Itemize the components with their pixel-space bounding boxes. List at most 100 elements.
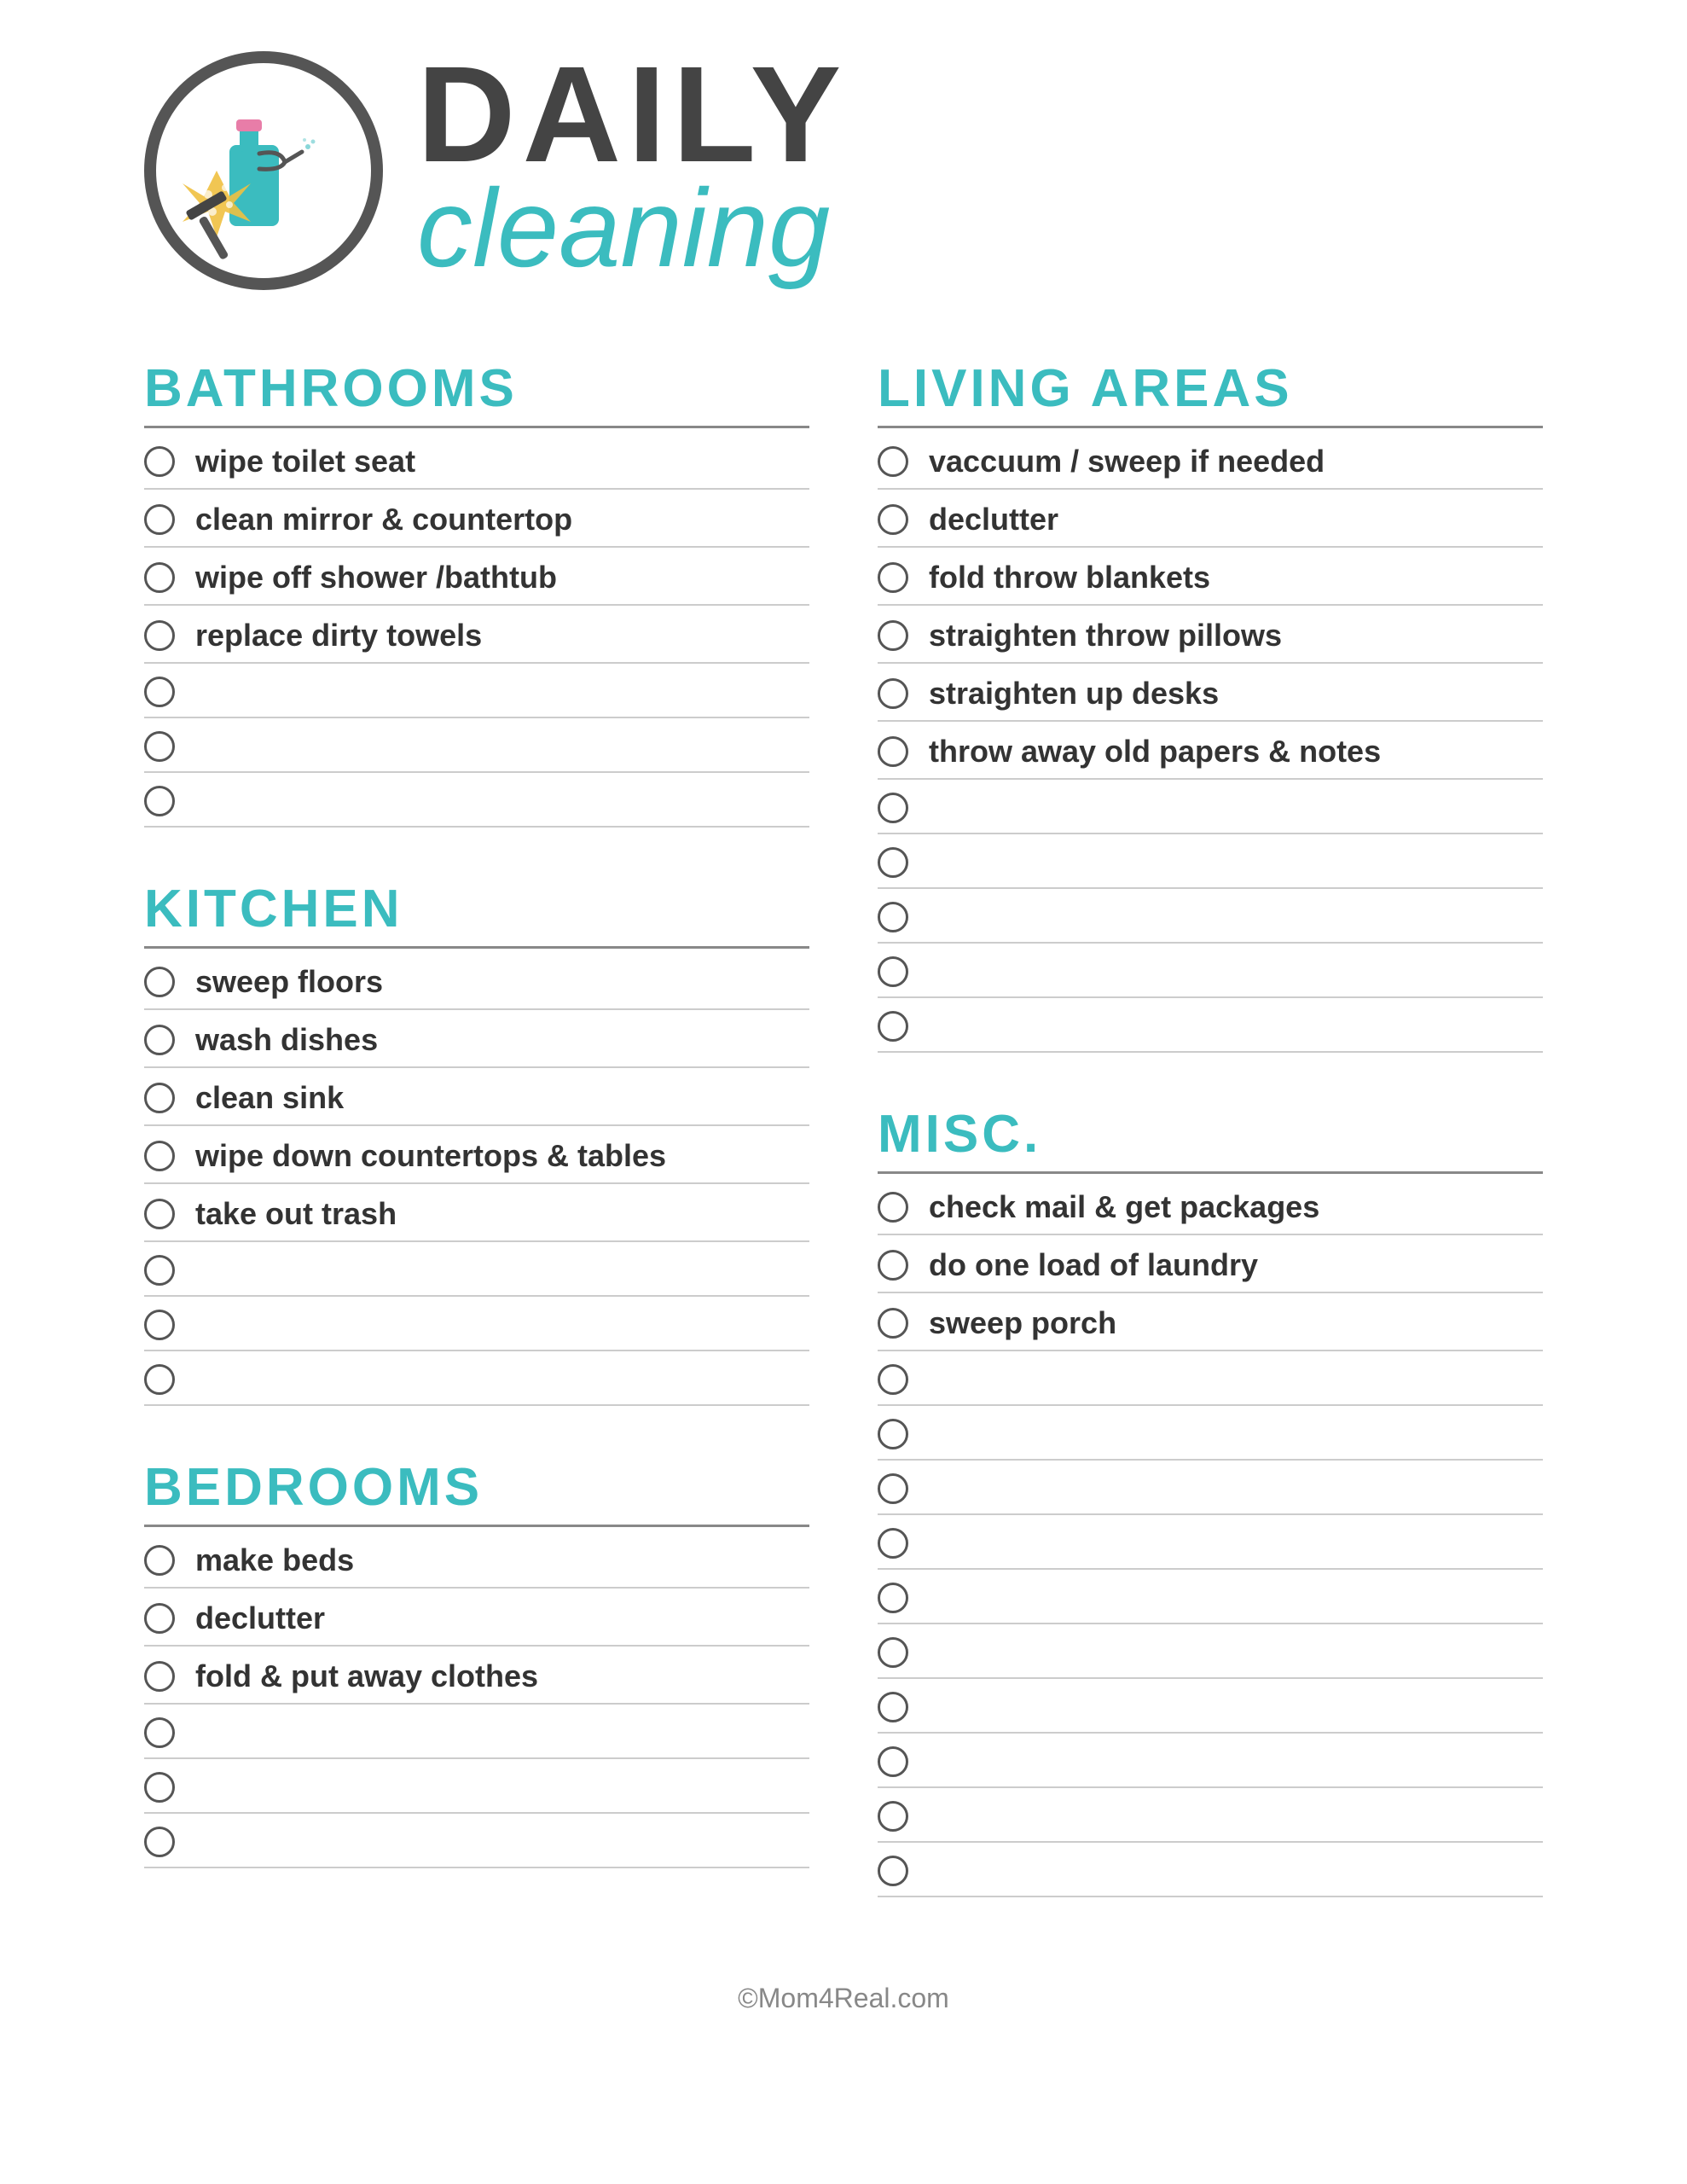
checklist-item[interactable] bbox=[878, 1351, 1543, 1406]
title-daily: DAILY bbox=[417, 53, 848, 176]
item-text: clean mirror & countertop bbox=[195, 502, 572, 537]
checkbox-circle[interactable] bbox=[878, 902, 908, 932]
checkbox-circle[interactable] bbox=[144, 1255, 175, 1286]
checkbox-circle[interactable] bbox=[144, 967, 175, 997]
checklist-item[interactable] bbox=[878, 1624, 1543, 1679]
checklist-item[interactable] bbox=[878, 834, 1543, 889]
checklist-item[interactable]: replace dirty towels bbox=[144, 606, 809, 664]
checklist-item[interactable] bbox=[144, 664, 809, 718]
checklist-item[interactable] bbox=[878, 1843, 1543, 1897]
checkbox-circle[interactable] bbox=[878, 793, 908, 823]
checklist-item[interactable]: fold & put away clothes bbox=[144, 1647, 809, 1705]
checklist-item[interactable] bbox=[878, 780, 1543, 834]
checkbox-circle[interactable] bbox=[878, 1192, 908, 1223]
checklist-item[interactable] bbox=[144, 773, 809, 828]
checkbox-circle[interactable] bbox=[878, 1692, 908, 1722]
checklist-item[interactable] bbox=[144, 1297, 809, 1351]
checkbox-circle[interactable] bbox=[144, 1717, 175, 1748]
checkbox-circle[interactable] bbox=[878, 1308, 908, 1339]
checklist-item[interactable]: wash dishes bbox=[144, 1010, 809, 1068]
checkbox-circle[interactable] bbox=[144, 1827, 175, 1857]
checklist-item[interactable] bbox=[878, 1461, 1543, 1515]
checklist-item[interactable]: check mail & get packages bbox=[878, 1177, 1543, 1235]
checklist-item[interactable] bbox=[878, 1515, 1543, 1570]
checkbox-circle[interactable] bbox=[878, 1801, 908, 1832]
checklist-item[interactable] bbox=[878, 1570, 1543, 1624]
checkbox-circle[interactable] bbox=[144, 1545, 175, 1576]
checkbox-circle[interactable] bbox=[144, 731, 175, 762]
checkbox-circle[interactable] bbox=[878, 1419, 908, 1449]
checklist-item[interactable]: throw away old papers & notes bbox=[878, 722, 1543, 780]
footer: ©Mom4Real.com bbox=[144, 1983, 1543, 2014]
checkbox-circle[interactable] bbox=[144, 562, 175, 593]
checklist-item[interactable]: straighten throw pillows bbox=[878, 606, 1543, 664]
checklist-item[interactable]: take out trash bbox=[144, 1184, 809, 1242]
checkbox-circle[interactable] bbox=[878, 1746, 908, 1777]
checklist-item[interactable]: vaccuum / sweep if needed bbox=[878, 432, 1543, 490]
checkbox-circle[interactable] bbox=[144, 620, 175, 651]
checklist-item[interactable]: wipe toilet seat bbox=[144, 432, 809, 490]
checklist-item[interactable]: wipe off shower /bathtub bbox=[144, 548, 809, 606]
checkbox-circle[interactable] bbox=[144, 504, 175, 535]
checkbox-circle[interactable] bbox=[144, 1661, 175, 1692]
checklist-item[interactable]: clean mirror & countertop bbox=[144, 490, 809, 548]
checklist-item[interactable]: declutter bbox=[144, 1589, 809, 1647]
checklist-item[interactable] bbox=[144, 1759, 809, 1814]
checklist-item[interactable]: clean sink bbox=[144, 1068, 809, 1126]
checkbox-circle[interactable] bbox=[144, 1364, 175, 1395]
checklist-item[interactable] bbox=[878, 998, 1543, 1053]
checklist-item[interactable] bbox=[144, 1242, 809, 1297]
checklist-item[interactable] bbox=[878, 1406, 1543, 1461]
checkbox-circle[interactable] bbox=[878, 956, 908, 987]
checkbox-circle[interactable] bbox=[878, 847, 908, 878]
checklist-item[interactable] bbox=[878, 1788, 1543, 1843]
checkbox-circle[interactable] bbox=[878, 1856, 908, 1886]
main-columns: BATHROOMSwipe toilet seatclean mirror & … bbox=[144, 358, 1543, 1949]
logo-illustration bbox=[170, 77, 357, 264]
checkbox-circle[interactable] bbox=[878, 620, 908, 651]
checklist-item[interactable]: straighten up desks bbox=[878, 664, 1543, 722]
checkbox-circle[interactable] bbox=[878, 504, 908, 535]
checklist-item[interactable] bbox=[878, 1734, 1543, 1788]
checklist-item[interactable] bbox=[878, 944, 1543, 998]
checkbox-circle[interactable] bbox=[878, 1364, 908, 1395]
checkbox-circle[interactable] bbox=[878, 678, 908, 709]
checklist-kitchen: sweep floors wash dishesclean sinkwipe do… bbox=[144, 952, 809, 1406]
checklist-item[interactable] bbox=[144, 1705, 809, 1759]
title-cleaning: cleaning bbox=[417, 167, 848, 289]
checkbox-circle[interactable] bbox=[144, 1310, 175, 1340]
checkbox-circle[interactable] bbox=[878, 1637, 908, 1668]
checklist-item[interactable]: sweep floors bbox=[144, 952, 809, 1010]
checklist-item[interactable]: fold throw blankets bbox=[878, 548, 1543, 606]
checkbox-circle[interactable] bbox=[878, 562, 908, 593]
checklist-item[interactable] bbox=[144, 1351, 809, 1406]
checklist-item[interactable] bbox=[144, 718, 809, 773]
checkbox-circle[interactable] bbox=[878, 1250, 908, 1281]
checkbox-circle[interactable] bbox=[144, 1083, 175, 1113]
checklist-item[interactable] bbox=[144, 1814, 809, 1868]
checkbox-circle[interactable] bbox=[878, 446, 908, 477]
checklist-item[interactable]: make beds bbox=[144, 1531, 809, 1589]
checklist-item[interactable]: sweep porch bbox=[878, 1293, 1543, 1351]
checklist-item[interactable]: declutter bbox=[878, 490, 1543, 548]
item-text: declutter bbox=[929, 502, 1058, 537]
checkbox-circle[interactable] bbox=[144, 1772, 175, 1803]
checklist-item[interactable]: do one load of laundry bbox=[878, 1235, 1543, 1293]
checkbox-circle[interactable] bbox=[144, 446, 175, 477]
checkbox-circle[interactable] bbox=[144, 1199, 175, 1229]
checklist-item[interactable] bbox=[878, 889, 1543, 944]
checklist-item[interactable] bbox=[878, 1679, 1543, 1734]
checkbox-circle[interactable] bbox=[878, 1473, 908, 1504]
checkbox-circle[interactable] bbox=[144, 1603, 175, 1634]
checklist-item[interactable]: wipe down countertops & tables bbox=[144, 1126, 809, 1184]
checkbox-circle[interactable] bbox=[144, 786, 175, 816]
checkbox-circle[interactable] bbox=[878, 736, 908, 767]
checkbox-circle[interactable] bbox=[878, 1011, 908, 1042]
checkbox-circle[interactable] bbox=[878, 1583, 908, 1613]
checkbox-circle[interactable] bbox=[144, 1025, 175, 1055]
checkbox-circle[interactable] bbox=[144, 677, 175, 707]
checkbox-circle[interactable] bbox=[144, 1141, 175, 1171]
checkbox-circle[interactable] bbox=[878, 1528, 908, 1559]
item-text: sweep floors bbox=[195, 964, 383, 1000]
header: DAILY cleaning bbox=[144, 51, 1543, 290]
